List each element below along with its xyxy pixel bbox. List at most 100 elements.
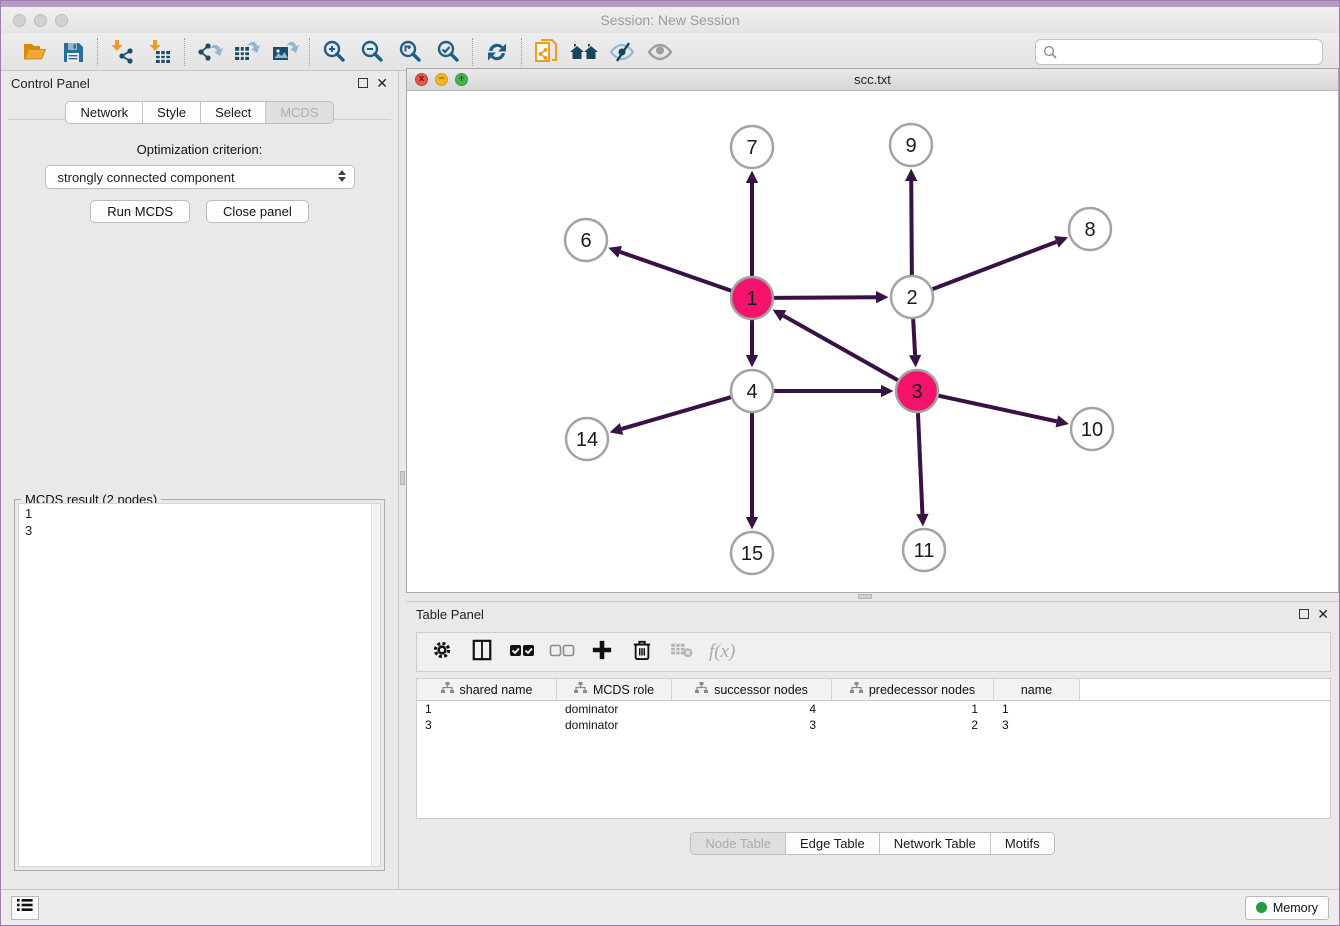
import-network-button[interactable] <box>106 37 138 67</box>
criterion-dropdown[interactable]: strongly connected component <box>45 165 355 189</box>
float-table-panel-icon[interactable] <box>1299 609 1309 619</box>
cell-name[interactable]: 3 <box>994 717 1080 733</box>
show-columns-button[interactable] <box>469 639 495 665</box>
graph-edge-3-1[interactable] <box>783 316 897 381</box>
network-minimize-button[interactable]: − <box>435 73 448 86</box>
table-settings-button[interactable] <box>429 639 455 665</box>
apply-function-button[interactable]: f(x) <box>709 641 735 663</box>
cell-MCDS-role[interactable]: dominator <box>557 717 672 733</box>
columns-icon <box>471 639 493 666</box>
cell-successor-nodes[interactable]: 4 <box>672 701 832 717</box>
zoom-window-button[interactable] <box>55 14 68 27</box>
graph-edge-3-10[interactable] <box>938 396 1056 422</box>
deselect-all-button[interactable] <box>549 639 575 665</box>
save-session-button[interactable] <box>57 37 89 67</box>
zoom-in-button[interactable] <box>318 37 350 67</box>
column-header-name[interactable]: name <box>994 679 1080 700</box>
graph-node-label-11: 11 <box>914 540 935 562</box>
mcds-result-group: MCDS result (2 nodes) 1 3 <box>14 499 385 871</box>
memory-button[interactable]: Memory <box>1245 896 1329 920</box>
cell-predecessor-nodes[interactable]: 2 <box>832 717 994 733</box>
task-history-button[interactable] <box>11 896 39 920</box>
export-table-button[interactable] <box>231 37 263 67</box>
column-header-successor-nodes[interactable]: successor nodes <box>672 679 832 700</box>
window-title: Session: New Session <box>1 12 1339 28</box>
close-panel-icon[interactable] <box>376 76 388 91</box>
cell-MCDS-role[interactable]: dominator <box>557 701 672 717</box>
zoom-selected-button[interactable] <box>432 37 464 67</box>
table-toolbar: f(x) <box>416 632 1331 672</box>
graph-edge-1-6[interactable] <box>620 252 731 291</box>
network-maximize-button[interactable]: + <box>455 73 468 86</box>
home-button[interactable] <box>568 37 600 67</box>
tab-select[interactable]: Select <box>201 102 266 123</box>
tab-motifs[interactable]: Motifs <box>991 833 1054 854</box>
cell-successor-nodes[interactable]: 3 <box>672 717 832 733</box>
horizontal-splitter[interactable] <box>406 593 1339 601</box>
graph-edge-4-14[interactable] <box>622 397 731 429</box>
tab-style[interactable]: Style <box>143 102 201 123</box>
tab-mcds[interactable]: MCDS <box>266 102 332 123</box>
export-image-icon <box>271 39 299 65</box>
delete-column-button[interactable] <box>629 639 655 665</box>
select-all-button[interactable] <box>509 639 535 665</box>
column-header-shared-name[interactable]: shared name <box>417 679 557 700</box>
network-canvas[interactable]: 7968124314101511 <box>407 91 1338 592</box>
column-header-predecessor-nodes[interactable]: predecessor nodes <box>832 679 994 700</box>
node-table-body: 1dominator4113dominator323 <box>417 701 1330 733</box>
cell-shared-name[interactable]: 3 <box>417 717 557 733</box>
graph-edge-1-2[interactable] <box>774 297 876 298</box>
column-header-MCDS-role[interactable]: MCDS role <box>557 679 672 700</box>
close-panel-button[interactable]: Close panel <box>206 200 309 223</box>
show-all-button[interactable] <box>644 37 676 67</box>
tab-network[interactable]: Network <box>66 102 143 123</box>
tab-node-table[interactable]: Node Table <box>691 833 786 854</box>
import-table-button[interactable] <box>144 37 176 67</box>
zoom-in-icon <box>321 39 347 65</box>
cell-name[interactable]: 1 <box>994 701 1080 717</box>
hide-selected-button[interactable] <box>606 37 638 67</box>
tab-network-table[interactable]: Network Table <box>880 833 991 854</box>
result-scrollbar[interactable] <box>371 504 380 866</box>
status-bar: Memory <box>1 889 1339 925</box>
float-panel-icon[interactable] <box>358 78 368 88</box>
refresh-button[interactable] <box>481 37 513 67</box>
duplicate-network-button[interactable] <box>530 37 562 67</box>
graph-edge-3-11[interactable] <box>918 413 922 514</box>
node-table: shared name MCDS rolesuccessor nodes prede… <box>416 678 1331 819</box>
control-panel-tabs: NetworkStyleSelectMCDS <box>65 101 333 124</box>
eye-icon <box>646 40 674 64</box>
splitter-handle[interactable] <box>400 471 405 485</box>
graph-edge-2-3[interactable] <box>913 319 915 355</box>
column-label: shared name <box>460 683 533 697</box>
trash-icon <box>632 639 652 666</box>
save-disk-icon <box>61 40 85 64</box>
minimize-window-button[interactable] <box>34 14 47 27</box>
graph-edge-2-8[interactable] <box>933 242 1057 289</box>
run-mcds-button[interactable]: Run MCDS <box>90 200 190 223</box>
close-window-button[interactable] <box>13 14 26 27</box>
mcds-result-text[interactable]: 1 3 <box>18 503 381 867</box>
export-image-button[interactable] <box>269 37 301 67</box>
network-close-button[interactable]: x <box>415 73 428 86</box>
graph-edge-2-9[interactable] <box>911 181 912 275</box>
network-window-titlebar: x − + scc.txt <box>407 69 1338 91</box>
search-input[interactable] <box>1035 39 1323 65</box>
cell-shared-name[interactable]: 1 <box>417 701 557 717</box>
tab-edge-table[interactable]: Edge Table <box>786 833 880 854</box>
zoom-out-button[interactable] <box>356 37 388 67</box>
add-column-button[interactable] <box>589 639 615 665</box>
export-network-button[interactable] <box>193 37 225 67</box>
open-session-button[interactable] <box>19 37 51 67</box>
close-table-panel-icon[interactable] <box>1317 607 1329 622</box>
vertical-splitter[interactable] <box>399 71 406 889</box>
cell-predecessor-nodes[interactable]: 1 <box>832 701 994 717</box>
eye-slash-icon <box>608 40 636 64</box>
table-row-1: 3dominator323 <box>417 717 1330 733</box>
column-type-icon <box>441 682 454 697</box>
delete-table-button[interactable] <box>669 639 695 665</box>
export-network-icon <box>195 39 223 65</box>
column-label: predecessor nodes <box>869 683 975 697</box>
splitter-handle[interactable] <box>858 594 872 599</box>
zoom-fit-button[interactable] <box>394 37 426 67</box>
